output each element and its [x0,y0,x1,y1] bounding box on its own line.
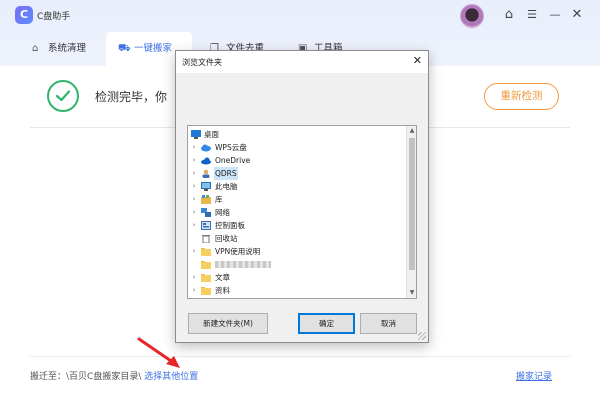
browse-folder-dialog: 浏览文件夹 ✕ 桌面 › WPS云盘 › OneDrive › QDRS › 此… [175,50,429,343]
cancel-button[interactable]: 取消 [360,313,417,334]
tree-item-onedrive[interactable]: › OneDrive [188,154,408,167]
tree-item-wps-cloud[interactable]: › WPS云盘 [188,141,408,154]
onedrive-icon [201,156,211,165]
title-bar: C C盘助手 ⌂ ☰ — ✕ [0,0,600,32]
dialog-title: 浏览文件夹 [182,58,222,67]
redacted-label [214,258,272,272]
tree-item-label: 此电脑 [215,182,238,191]
chevron-right-icon[interactable]: › [190,141,198,154]
home-icon[interactable]: ⌂ [500,6,518,24]
chevron-right-icon[interactable]: › [190,154,198,167]
folder-tree[interactable]: 桌面 › WPS云盘 › OneDrive › QDRS › 此电脑 › 库 ›… [187,125,417,299]
tree-item-label: VPN使用说明 [215,247,261,256]
chevron-right-icon[interactable]: › [190,193,198,206]
tree-item-vpn-guide[interactable]: › VPN使用说明 [188,245,408,258]
folder-icon [201,247,211,256]
tree-item-label: OneDrive [215,156,251,165]
close-icon[interactable]: ✕ [413,54,422,67]
tree-item-materials[interactable]: › 资料 [188,284,408,297]
tree-item-label: 网络 [215,208,230,217]
network-icon [201,208,211,217]
menu-icon[interactable]: ☰ [523,6,541,24]
chevron-right-icon[interactable]: › [190,271,198,284]
tree-item-articles[interactable]: › 文章 [188,271,408,284]
minimize-icon[interactable]: — [546,6,564,24]
desktop-icon [191,130,201,139]
rescan-button[interactable]: 重新检测 [484,83,559,110]
home-icon: ⌂ [32,43,39,54]
tree-item-blurred-folder[interactable] [188,258,408,271]
chevron-right-icon[interactable]: › [190,167,198,180]
tree-item-recycle-bin[interactable]: 回收站 [188,232,408,245]
move-record-link[interactable]: 搬家记录 [516,369,552,382]
folder-icon [201,286,211,295]
truck-icon: ⛟ [118,43,131,54]
recycle-bin-icon [201,234,211,244]
close-icon[interactable]: ✕ [568,6,586,24]
app-logo-icon: C [15,6,33,24]
cloud-icon [201,143,211,152]
scroll-down-icon[interactable]: ▼ [407,288,416,298]
tree-item-control-panel[interactable]: › 控制面板 [188,219,408,232]
scroll-up-icon[interactable]: ▲ [407,126,416,136]
chevron-right-icon[interactable]: › [190,219,198,232]
tree-item-label: 桌面 [204,130,219,139]
tree-item-this-pc[interactable]: › 此电脑 [188,180,408,193]
tree-item-label: 资料 [215,286,230,295]
scrollbar-thumb[interactable] [409,138,415,270]
tree-item-qdrs[interactable]: › QDRS [188,167,408,180]
resize-grip-icon[interactable] [418,332,426,340]
computer-icon [201,182,211,191]
move-to-label: 搬迁至：\百贝C盘搬家目录\ [30,372,142,382]
chevron-right-icon[interactable]: › [190,245,198,258]
tree-item-label: 控制面板 [215,221,245,230]
tree-item-label: WPS云盘 [215,143,247,152]
new-folder-button[interactable]: 新建文件夹(M) [188,313,268,334]
chevron-right-icon[interactable]: › [190,284,198,297]
chevron-right-icon[interactable]: › [190,206,198,219]
tree-item-library[interactable]: › 库 [188,193,408,206]
tree-item-network[interactable]: › 网络 [188,206,408,219]
tree-item-label: 库 [215,195,223,204]
folder-icon [201,273,211,282]
divider [30,356,570,357]
tree-item-desktop[interactable]: 桌面 [188,128,408,141]
tree-item-label: 文章 [215,273,230,282]
ok-button[interactable]: 确定 [298,313,355,334]
tab-system-clean[interactable]: ⌂ 系统清理 [20,32,96,66]
tab-label: 系统清理 [48,43,87,54]
folder-icon [201,260,211,269]
dialog-title-bar: 浏览文件夹 ✕ [176,51,428,73]
app-window: C C盘助手 ⌂ ☰ — ✕ ⌂ 系统清理 ⛟ 一键搬家 ❐ 文件去重 ▣ 工具… [0,0,600,401]
choose-location-link[interactable]: 选择其他位置 [144,372,198,382]
user-avatar[interactable] [460,4,484,28]
chevron-right-icon[interactable]: › [190,180,198,193]
tree-scrollbar[interactable]: ▲ ▼ [406,126,416,298]
user-icon [201,169,211,178]
tree-item-label: QDRS [214,167,238,180]
tree-item-label: 回收站 [215,234,238,243]
scan-status-text: 检测完毕，你 [95,90,168,104]
app-title: C盘助手 [37,12,71,22]
control-panel-icon [201,221,211,230]
tab-label: 一键搬家 [134,43,173,54]
library-icon [201,195,211,204]
check-icon [47,80,79,112]
